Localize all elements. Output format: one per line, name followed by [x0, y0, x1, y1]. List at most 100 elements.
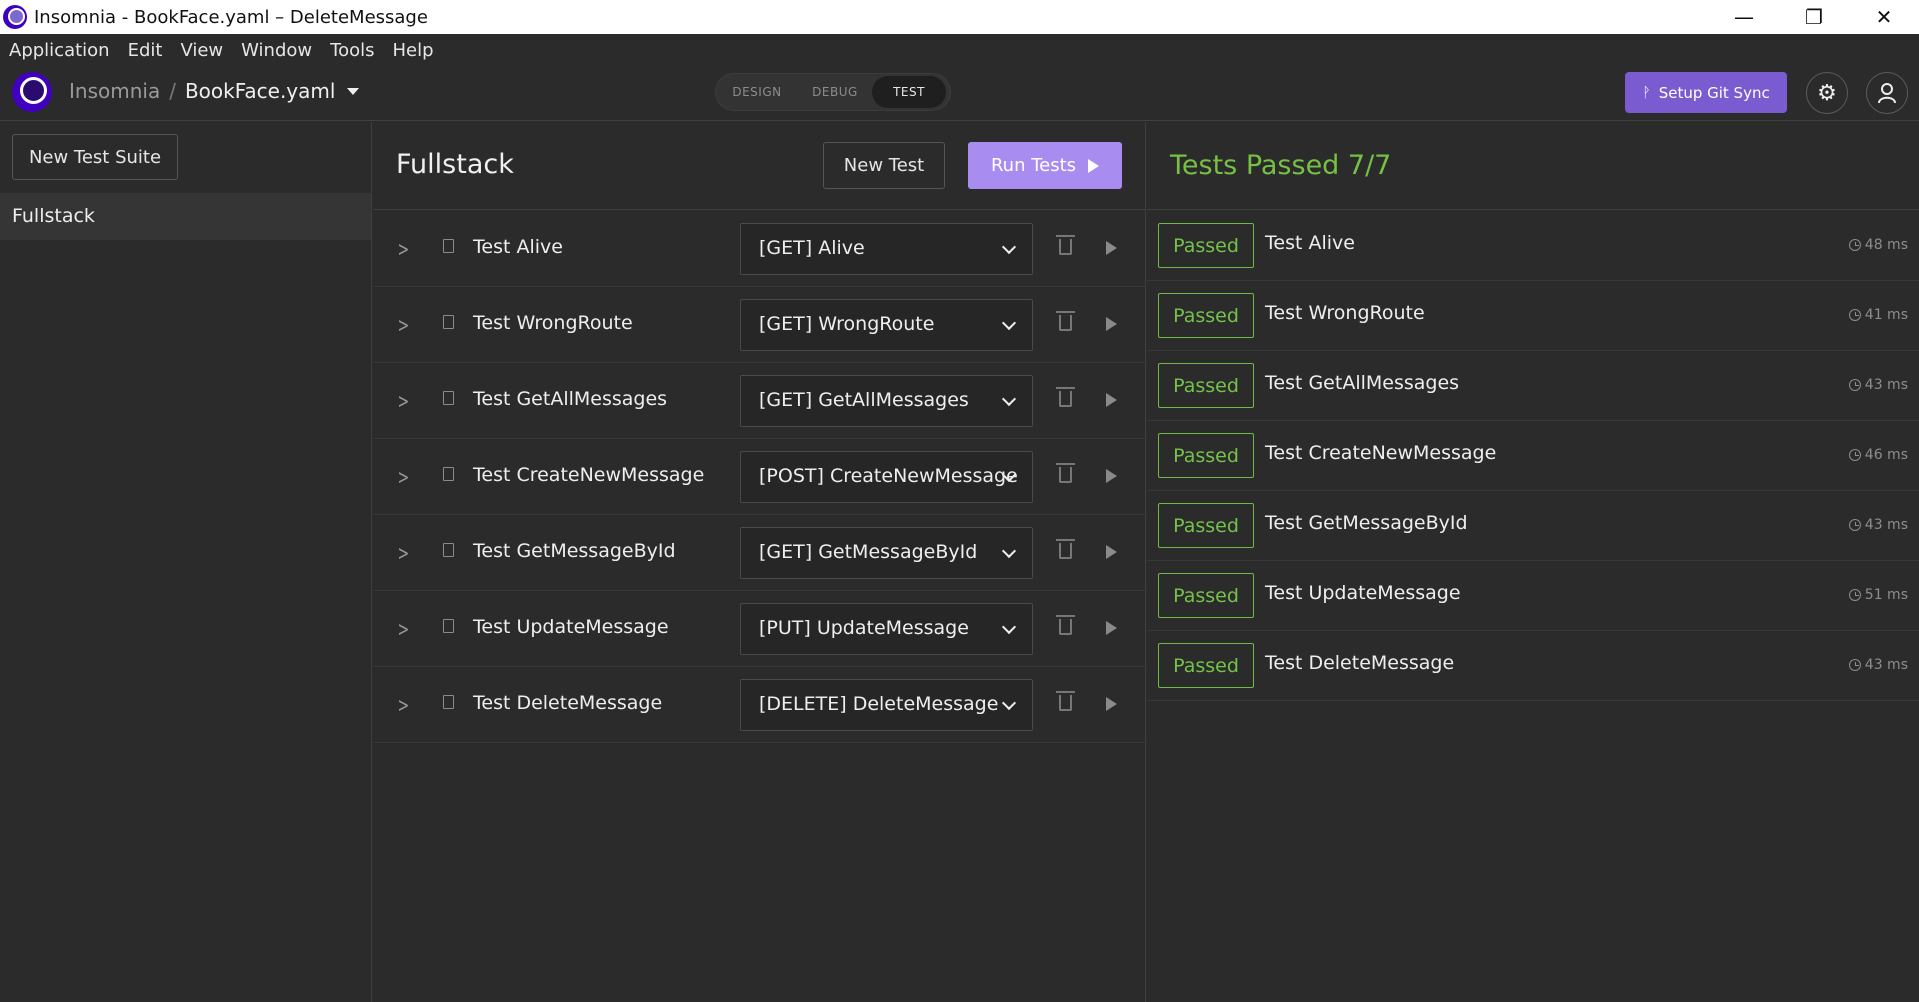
trash-icon[interactable] [1056, 463, 1075, 483]
test-name[interactable]: Test GetAllMessages [473, 388, 667, 410]
test-row: > Test CreateNewMessage [POST] CreateNew… [373, 439, 1146, 515]
request-select[interactable]: [GET] Alive [740, 223, 1033, 275]
duration-value: 51 ms [1864, 587, 1908, 603]
status-badge: Passed [1158, 503, 1254, 548]
result-row[interactable]: Passed Test Alive 48 ms [1147, 211, 1919, 281]
result-row[interactable]: Passed Test WrongRoute 41 ms [1147, 281, 1919, 351]
clock-icon [1848, 449, 1861, 461]
run-test-icon[interactable] [1106, 241, 1117, 255]
chevron-right-icon[interactable]: > [398, 465, 410, 489]
sidebar-item-fullstack[interactable]: Fullstack [0, 193, 371, 240]
request-select-value: [POST] CreateNewMessage [759, 465, 1018, 487]
duration-value: 43 ms [1864, 377, 1908, 393]
trash-icon[interactable] [1056, 311, 1075, 331]
document-icon [443, 619, 454, 633]
result-row[interactable]: Passed Test GetMessageById 43 ms [1147, 491, 1919, 561]
chevron-right-icon[interactable]: > [398, 313, 410, 337]
chevron-down-icon [1001, 695, 1017, 711]
result-name: Test Alive [1265, 232, 1355, 254]
document-icon [443, 543, 454, 557]
document-icon [443, 239, 454, 253]
user-icon [1878, 83, 1896, 104]
test-name[interactable]: Test GetMessageById [473, 540, 676, 562]
test-row: > Test GetMessageById [GET] GetMessageBy… [373, 515, 1146, 591]
request-select[interactable]: [POST] CreateNewMessage [740, 451, 1033, 503]
test-name[interactable]: Test WrongRoute [473, 312, 633, 334]
run-test-icon[interactable] [1106, 469, 1117, 483]
menu-edit[interactable]: Edit [128, 40, 163, 61]
tab-design[interactable]: DESIGN [716, 85, 798, 99]
request-select-value: [GET] Alive [759, 237, 865, 259]
run-test-icon[interactable] [1106, 317, 1117, 331]
result-name: Test DeleteMessage [1265, 652, 1455, 674]
status-badge: Passed [1158, 363, 1254, 408]
result-duration: 48 ms [1848, 237, 1908, 253]
chevron-right-icon[interactable]: > [398, 237, 410, 261]
chevron-right-icon[interactable]: > [398, 693, 410, 717]
result-row[interactable]: Passed Test CreateNewMessage 46 ms [1147, 421, 1919, 491]
request-select-value: [DELETE] DeleteMessage [759, 693, 999, 715]
run-test-icon[interactable] [1106, 697, 1117, 711]
run-test-icon[interactable] [1106, 393, 1117, 407]
minimize-button[interactable]: — [1709, 0, 1779, 34]
trash-icon[interactable] [1056, 691, 1075, 711]
run-test-icon[interactable] [1106, 545, 1117, 559]
result-duration: 41 ms [1848, 307, 1908, 323]
request-select[interactable]: [GET] GetAllMessages [740, 375, 1033, 427]
account-button[interactable] [1866, 72, 1908, 114]
test-name[interactable]: Test UpdateMessage [473, 616, 669, 638]
clock-icon [1848, 309, 1861, 321]
tab-test[interactable]: TEST [872, 76, 946, 108]
request-select-value: [GET] WrongRoute [759, 313, 935, 335]
menu-help[interactable]: Help [392, 40, 433, 61]
run-test-icon[interactable] [1106, 621, 1117, 635]
test-name[interactable]: Test DeleteMessage [473, 692, 662, 714]
result-row[interactable]: Passed Test UpdateMessage 51 ms [1147, 561, 1919, 631]
restore-button[interactable]: ❐ [1779, 0, 1849, 34]
new-test-suite-button[interactable]: New Test Suite [12, 134, 178, 180]
menu-window[interactable]: Window [241, 40, 312, 61]
play-icon [1088, 158, 1100, 173]
breadcrumb-app[interactable]: Insomnia [69, 79, 160, 103]
tab-debug[interactable]: DEBUG [798, 85, 872, 99]
menu-application[interactable]: Application [9, 40, 110, 61]
result-row[interactable]: Passed Test DeleteMessage 43 ms [1147, 631, 1919, 701]
mode-switcher: DESIGN DEBUG TEST [715, 73, 951, 111]
breadcrumb-separator: / [169, 79, 176, 103]
duration-value: 46 ms [1864, 447, 1908, 463]
result-name: Test WrongRoute [1265, 302, 1425, 324]
trash-icon[interactable] [1056, 387, 1075, 407]
close-button[interactable]: ✕ [1849, 0, 1919, 34]
chevron-right-icon[interactable]: > [398, 541, 410, 565]
file-dropdown-caret-icon[interactable] [347, 87, 360, 95]
request-select[interactable]: [GET] WrongRoute [740, 299, 1033, 351]
settings-button[interactable]: ⚙ [1806, 72, 1848, 114]
request-select-value: [GET] GetAllMessages [759, 389, 969, 411]
result-duration: 46 ms [1848, 447, 1908, 463]
test-suite-panel: Fullstack New Test Run Tests > Test Aliv… [373, 122, 1146, 1002]
new-test-button[interactable]: New Test [823, 142, 945, 189]
request-select[interactable]: [DELETE] DeleteMessage [740, 679, 1033, 731]
menu-tools[interactable]: Tools [330, 40, 374, 61]
trash-icon[interactable] [1056, 615, 1075, 635]
chevron-right-icon[interactable]: > [398, 389, 410, 413]
trash-icon[interactable] [1056, 235, 1075, 255]
test-row: > Test WrongRoute [GET] WrongRoute [373, 287, 1146, 363]
insomnia-logo-icon[interactable] [12, 72, 52, 112]
run-tests-button[interactable]: Run Tests [968, 142, 1122, 189]
trash-icon[interactable] [1056, 539, 1075, 559]
test-row: > Test Alive [GET] Alive [373, 211, 1146, 287]
test-name[interactable]: Test CreateNewMessage [473, 464, 704, 486]
test-name[interactable]: Test Alive [473, 236, 563, 258]
result-row[interactable]: Passed Test GetAllMessages 43 ms [1147, 351, 1919, 421]
result-duration: 51 ms [1848, 587, 1908, 603]
breadcrumb-file[interactable]: BookFace.yaml [185, 79, 336, 103]
setup-git-sync-button[interactable]: ᚹ Setup Git Sync [1625, 72, 1787, 113]
test-row: > Test DeleteMessage [DELETE] DeleteMess… [373, 667, 1146, 743]
run-tests-label: Run Tests [990, 155, 1077, 176]
test-suite-header: Fullstack New Test Run Tests [373, 122, 1146, 210]
chevron-right-icon[interactable]: > [398, 617, 410, 641]
menu-view[interactable]: View [180, 40, 223, 61]
request-select[interactable]: [PUT] UpdateMessage [740, 603, 1033, 655]
request-select[interactable]: [GET] GetMessageById [740, 527, 1033, 579]
